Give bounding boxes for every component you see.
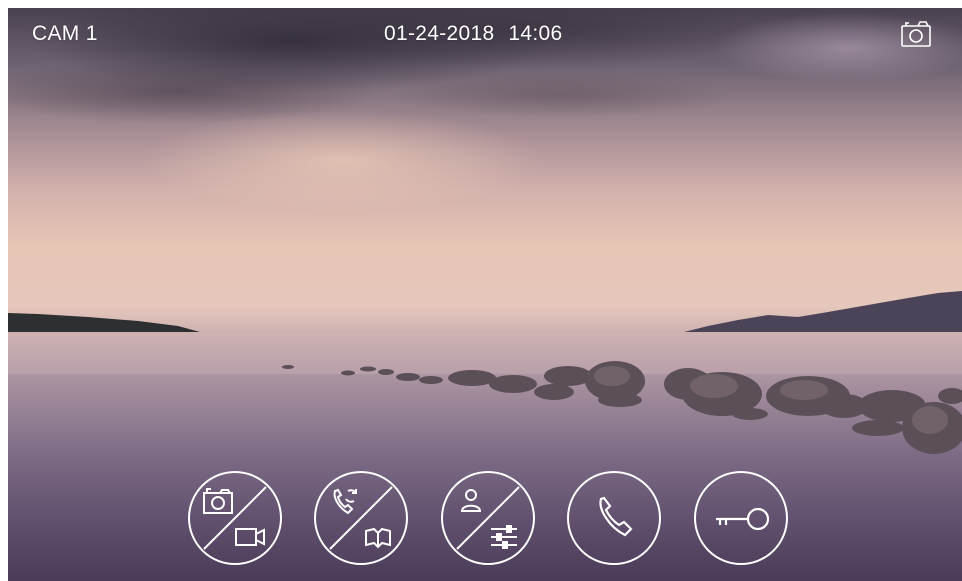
user-settings-toggle-button[interactable] [441, 471, 535, 565]
camera-label: CAM 1 [32, 22, 98, 45]
sliders-icon [491, 525, 517, 549]
key-icon [716, 507, 770, 531]
phone-icon [599, 496, 633, 537]
camera-icon[interactable] [900, 20, 932, 48]
unlock-button[interactable] [694, 471, 788, 565]
user-icon [460, 489, 482, 512]
intercom-monitor-toggle-button[interactable] [314, 471, 408, 565]
video-camera-icon [235, 528, 265, 546]
book-icon [365, 527, 391, 549]
date-time: 01-24-2018 14:06 [384, 22, 562, 46]
photo-video-toggle-button[interactable] [188, 471, 282, 565]
call-transfer-icon [333, 488, 357, 515]
date-text: 01-24-2018 [384, 22, 495, 45]
time-text: 14:06 [508, 22, 563, 45]
camera-icon [203, 488, 233, 514]
call-button[interactable] [567, 471, 661, 565]
